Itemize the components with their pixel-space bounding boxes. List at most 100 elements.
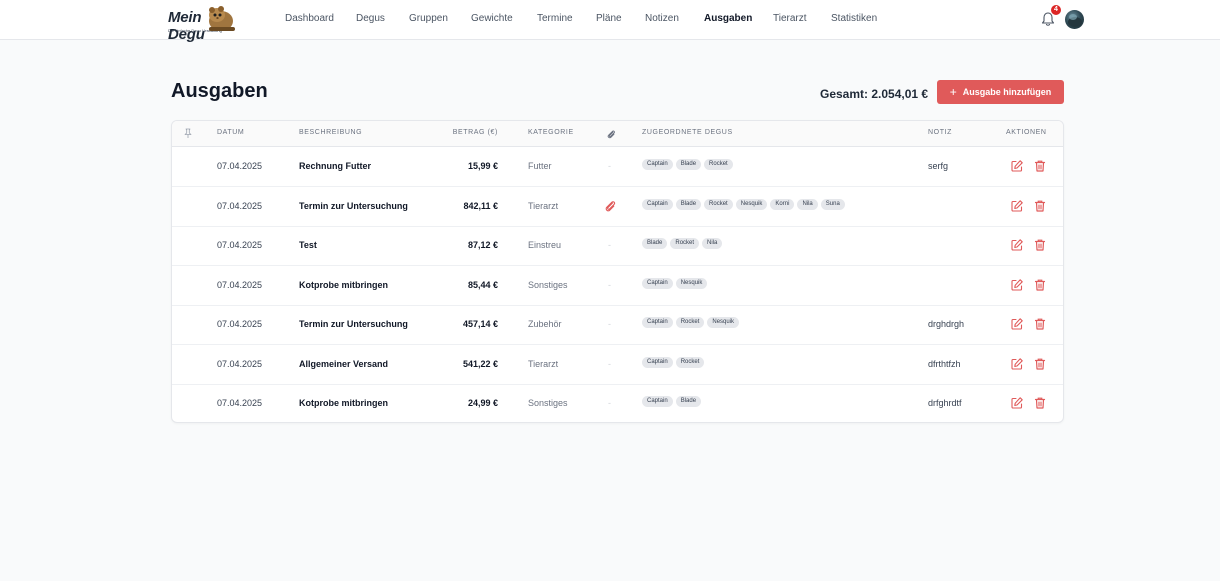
- edit-icon[interactable]: [1010, 238, 1024, 252]
- delete-icon[interactable]: [1033, 396, 1047, 410]
- table-row[interactable]: 07.04.2025 Termin zur Untersuchung 457,14 …: [172, 305, 1063, 345]
- cell-amount: 541,22 €: [462, 358, 498, 369]
- degu-tag: Blade: [675, 396, 702, 407]
- cell-attachment: -: [608, 319, 611, 329]
- edit-icon[interactable]: [1010, 396, 1024, 410]
- cell-description: Kotprobe mitbringen: [299, 398, 388, 408]
- plus-icon: +: [949, 85, 957, 99]
- degu-tag: Nila: [702, 238, 723, 249]
- degu-tag: Korni: [770, 198, 795, 210]
- add-expense-label: Ausgabe hinzufügen: [962, 87, 1052, 97]
- cell-description: Rechnung Futter: [299, 161, 371, 171]
- nav-notizen[interactable]: Notizen: [645, 13, 679, 24]
- cell-category: Tierarzt: [528, 200, 559, 211]
- cell-date: 07.04.2025: [217, 319, 263, 329]
- attachment-paperclip-icon[interactable]: [603, 199, 617, 213]
- degu-tag: Nesquik: [675, 277, 708, 289]
- cell-note: drghdrgh: [928, 319, 965, 329]
- delete-icon[interactable]: [1033, 238, 1047, 252]
- delete-icon[interactable]: [1033, 317, 1047, 331]
- degu-tag: Captain: [642, 159, 673, 170]
- column-header-actions: AKTIONEN: [1006, 129, 1047, 136]
- delete-icon[interactable]: [1033, 199, 1047, 213]
- nav-statistiken[interactable]: Statistiken: [831, 13, 877, 24]
- cell-amount: 85,44 €: [467, 279, 498, 290]
- cell-date: 07.04.2025: [217, 200, 263, 211]
- cell-note: dfrthtfzh: [928, 358, 961, 369]
- cell-date: 07.04.2025: [217, 161, 263, 171]
- cell-category: Zubehör: [528, 319, 562, 329]
- add-expense-button[interactable]: + Ausgabe hinzufügen: [937, 80, 1064, 104]
- edit-icon[interactable]: [1010, 317, 1024, 331]
- delete-icon[interactable]: [1033, 357, 1047, 371]
- degu-tag: Captain: [642, 356, 673, 368]
- cell-amount: 457,14 €: [462, 319, 498, 329]
- table-row[interactable]: 07.04.2025 Test 87,12 € Einstreu - Blade Rocke…: [172, 226, 1063, 266]
- degu-tag: Captain: [642, 396, 673, 407]
- cell-note: serfg: [928, 161, 949, 171]
- cell-description: Kotprobe mitbringen: [299, 279, 388, 290]
- assigned-degus: Blade Rocket Nila: [642, 238, 723, 249]
- table-row[interactable]: 07.04.2025 Kotprobe mitbringen 24,99 € Sons…: [172, 384, 1063, 422]
- column-header-note[interactable]: NOTIZ: [928, 129, 952, 136]
- cell-description: Test: [299, 240, 317, 250]
- table-row[interactable]: 07.04.2025 Allgemeiner Versand 541,22 € Tie…: [172, 345, 1063, 385]
- cell-amount: 842,11 €: [463, 200, 498, 211]
- cell-amount: 87,12 €: [467, 240, 498, 250]
- edit-icon[interactable]: [1010, 278, 1024, 292]
- cell-date: 07.04.2025: [217, 240, 263, 250]
- nav-ausgaben[interactable]: Ausgaben: [704, 13, 752, 24]
- assigned-degus: Captain Blade Rocket Nesquik Korni Nila Suna: [642, 198, 845, 210]
- degu-tag: Rocket: [675, 317, 705, 328]
- column-header-date[interactable]: DATUM: [217, 129, 244, 136]
- cell-note: drfghrdtf: [928, 398, 962, 408]
- cell-category: Futter: [528, 161, 552, 171]
- assigned-degus: Captain Nesquik: [642, 277, 708, 289]
- column-header-amount[interactable]: BETRAG (€): [453, 129, 498, 136]
- nav-gruppen[interactable]: Gruppen: [409, 13, 448, 24]
- cell-date: 07.04.2025: [217, 358, 263, 369]
- nav-plaene[interactable]: Pläne: [596, 13, 622, 24]
- assigned-degus: Captain Rocket Nesquik: [642, 317, 740, 328]
- degu-tag: Captain: [642, 277, 673, 289]
- nav-termine[interactable]: Termine: [537, 13, 573, 24]
- delete-icon[interactable]: [1033, 278, 1047, 292]
- cell-attachment: -: [608, 279, 611, 290]
- nav-dashboard[interactable]: Dashboard: [285, 13, 334, 24]
- table-row[interactable]: 07.04.2025 Kotprobe mitbringen 85,44 € Sons…: [172, 266, 1063, 306]
- degu-tag: Rocket: [704, 159, 733, 170]
- cell-date: 07.04.2025: [217, 398, 263, 408]
- cell-category: Sonstiges: [528, 398, 568, 408]
- page-title: Ausgaben: [171, 80, 268, 102]
- degu-tag: Suna: [820, 198, 845, 210]
- degu-tag: Blade: [675, 159, 702, 170]
- nav-tierarzt[interactable]: Tierarzt: [773, 13, 807, 24]
- table-row[interactable]: 07.04.2025 Termin zur Untersuchung 842,11 …: [172, 187, 1063, 227]
- avatar-image-icon: [1068, 14, 1082, 27]
- nav-degus[interactable]: Degus: [356, 13, 385, 24]
- degu-tag: Blade: [675, 198, 702, 210]
- degu-tag: Rocket: [675, 356, 705, 368]
- column-header-category[interactable]: KATEGORIE: [528, 129, 574, 136]
- nav-gewichte[interactable]: Gewichte: [471, 13, 513, 24]
- cell-category: Tierarzt: [528, 358, 559, 369]
- cell-category: Einstreu: [528, 240, 562, 250]
- edit-icon[interactable]: [1010, 199, 1024, 213]
- edit-icon[interactable]: [1010, 159, 1024, 173]
- paperclip-icon: [607, 130, 615, 139]
- cell-attachment: -: [608, 240, 611, 250]
- column-header-description[interactable]: BESCHREIBUNG: [299, 129, 362, 136]
- column-header-degus[interactable]: ZUGEORDNETE DEGUS: [642, 129, 733, 136]
- cell-attachment: -: [608, 161, 611, 171]
- user-avatar[interactable]: [1065, 10, 1084, 29]
- delete-icon[interactable]: [1033, 159, 1047, 173]
- notification-badge: 4: [1051, 5, 1061, 15]
- table-row[interactable]: 07.04.2025 Rechnung Futter 15,99 € Futter - C…: [172, 147, 1063, 187]
- pin-icon: [184, 128, 192, 138]
- assigned-degus: Captain Rocket: [642, 356, 705, 368]
- cell-description: Allgemeiner Versand: [299, 358, 389, 369]
- cell-description: Termin zur Untersuchung: [299, 200, 408, 211]
- cell-attachment: -: [608, 358, 611, 369]
- edit-icon[interactable]: [1010, 357, 1024, 371]
- degu-tag: Captain: [642, 198, 673, 210]
